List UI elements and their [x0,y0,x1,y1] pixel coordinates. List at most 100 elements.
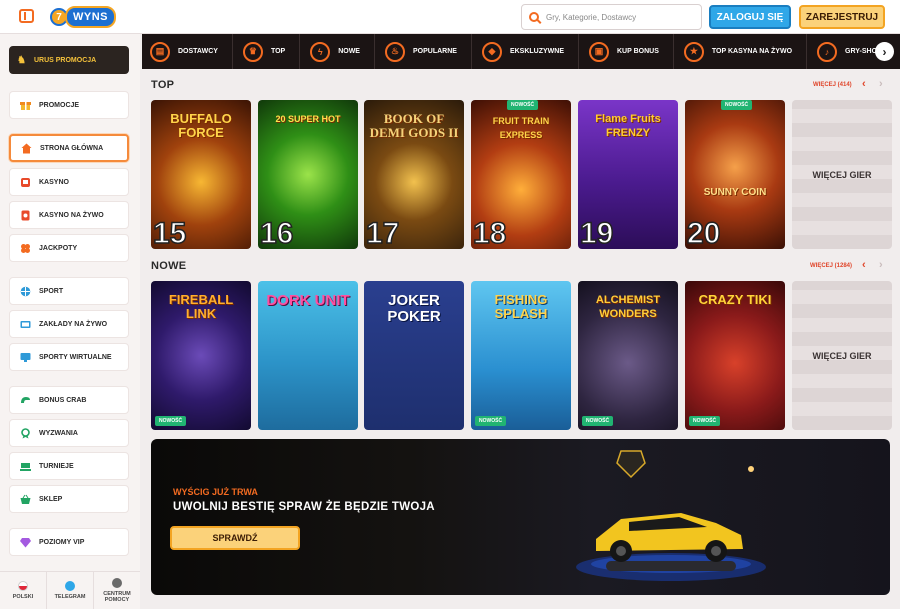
category-kup-bonus[interactable]: ▣ KUP BONUS [589,34,674,69]
category-bar: ▤ DOSTAWCY ♛ TOP ϟ NOWE ♨ POPULARNE ◆ EKSKLUZ… [142,34,900,69]
ball-icon [20,286,31,297]
sidebar-item-label: BONUS CRAB [39,396,87,404]
banner-car-illustration [576,450,766,581]
category-ekskluzywne[interactable]: ◆ EKSKLUZYWNE [481,34,579,69]
game-tile[interactable]: JOKER POKER [364,281,464,430]
new-next-arrow-icon[interactable]: › [879,259,883,271]
game-tile[interactable]: DORK UNIT [258,281,358,430]
sidebar-item-poziomy-vip[interactable]: POZIOMY VIP [9,528,129,556]
category-label: POPULARNE [412,48,457,55]
section-title-top: TOP [151,79,175,91]
sidebar-item-zaklady-na-zywo[interactable]: ZAKŁADY NA ŻYWO [9,310,129,338]
new-badge: NOWOŚĆ [155,416,187,426]
microphone-icon: ♪ [817,41,838,62]
banner-subtitle: WYŚCIG JUŻ TRWA [173,487,258,497]
game-tile[interactable]: BUFFALO FORCE 15 [151,100,251,249]
category-top-kasyna-na-zywo[interactable]: ★ TOP KASYNA NA ŻYWO [683,34,808,69]
top-more-link[interactable]: WIĘCEJ (414) [813,82,852,88]
sidebar-item-label: PROMOCJE [39,101,80,109]
category-label: DOSTAWCY [178,48,218,55]
sidebar-item-wyzwania[interactable]: WYZWANIA [9,419,129,447]
sidebar-item-label: KASYNO [39,178,69,186]
medal-icon [20,427,31,439]
crab-claw-icon [20,395,31,406]
game-tile[interactable]: Flame Fruits FRENZY 19 [578,100,678,249]
banner-check-button[interactable]: SPRAWDŹ [170,526,300,550]
game-tile[interactable]: CRAZY TIKI NOWOŚĆ [685,281,785,430]
sidebar-item-strona-glowna[interactable]: STRONA GŁÓWNA [9,134,129,162]
more-games-tile[interactable]: WIĘCEJ GIER [792,281,892,430]
sidebar-item-label: KASYNO NA ŻYWO [39,211,104,219]
game-rank: 19 [579,217,614,249]
game-tile[interactable]: ALCHEMIST WONDERS NOWOŚĆ [578,281,678,430]
slot-icon [20,177,31,188]
logo-text: WYNS [65,6,116,28]
sidebar-item-bonus-crab[interactable]: BONUS CRAB [9,386,129,414]
game-title: BOOK OF DEMI GODS II [369,111,459,140]
game-tile[interactable]: 20 SUPER HOT 16 [258,100,358,249]
game-tile[interactable]: NOWOŚĆ FRUIT TRAIN EXPRESS 18 [471,100,571,249]
game-rank: 15 [152,217,187,249]
category-nowe[interactable]: ϟ NOWE [310,34,375,69]
sidebar-item-label: JACKPOTY [39,244,78,252]
sidebar-item-label: SPORT [39,287,64,295]
sidebar-item-promocje[interactable]: PROMOCJE [9,91,129,119]
search-box[interactable] [521,4,702,30]
sidebar-item-kasyno-na-zywo[interactable]: KASYNO NA ŻYWO [9,201,129,229]
game-tile[interactable]: BOOK OF DEMI GODS II 17 [364,100,464,249]
help-center-link[interactable]: CENTRUM POMOCY [94,572,140,609]
category-next-arrow-icon[interactable]: › [875,42,894,61]
monitor-icon [20,352,31,363]
sidebar-item-label: WYZWANIA [39,429,78,437]
new-badge: NOWOŚĆ [689,416,721,426]
site-logo[interactable]: 7 WYNS [50,6,116,28]
category-label: TOP [270,48,286,55]
sidebar-item-kasyno[interactable]: KASYNO [9,168,129,196]
register-button[interactable]: ZAREJESTRUJ [799,5,885,29]
game-tile[interactable]: FIREBALL LINK NOWOŚĆ [151,281,251,430]
more-games-tile[interactable]: WIĘCEJ GIER [792,100,892,249]
category-top[interactable]: ♛ TOP [242,34,301,69]
new-more-link[interactable]: WIĘCEJ (1284) [810,263,852,269]
top-prev-arrow-icon[interactable]: ‹ [862,78,866,90]
game-tile[interactable]: NOWOŚĆ SUNNY COIN 20 [685,100,785,249]
new-badge: NOWOŚĆ [507,100,539,110]
login-button[interactable]: ZALOGUJ SIĘ [709,5,791,29]
game-title: JOKER POKER [387,292,441,325]
promo-banner[interactable]: WYŚCIG JUŻ TRWA UWOLNIJ BESTIĘ SPRAW ŻE … [151,439,890,595]
sidebar-item-label: TURNIEJE [39,462,74,470]
flame-icon: ♨ [384,41,405,62]
search-icon [529,12,539,22]
new-prev-arrow-icon[interactable]: ‹ [862,259,866,271]
tv-icon [20,319,31,330]
category-dostawcy[interactable]: ▤ DOSTAWCY [150,34,233,69]
sidebar-toggle-icon[interactable] [19,9,34,23]
sidebar-item-sklep[interactable]: SKLEP [9,485,129,513]
sidebar-item-sport[interactable]: SPORT [9,277,129,305]
game-tile[interactable]: FISHING SPLASH NOWOŚĆ [471,281,571,430]
sidebar-item-sporty-wirtualne[interactable]: SPORTY WIRTUALNE [9,343,129,371]
new-badge: NOWOŚĆ [582,416,614,426]
sidebar-item-jackpoty[interactable]: JACKPOTY [9,234,129,262]
telegram-icon [65,581,75,591]
sidebar-promo-label: URUS PROMOCJA [33,56,97,64]
language-label: POLSKI [12,594,34,600]
star-icon: ★ [683,41,704,62]
game-title: FIREBALL LINK [168,292,234,321]
sidebar-promo-urus[interactable]: ♞ URUS PROMOCJA [9,46,129,74]
top-next-arrow-icon[interactable]: › [879,78,883,90]
category-label: EKSKLUZYWNE [509,48,564,55]
sidebar-footer: POLSKI TELEGRAM CENTRUM POMOCY [0,571,140,609]
game-title: 20 SUPER HOT [275,114,341,124]
sidebar-item-label: ZAKŁADY NA ŻYWO [39,320,108,328]
telegram-label: TELEGRAM [54,594,86,600]
category-label: KUP BONUS [617,48,659,55]
diamond-icon [20,537,31,548]
language-selector[interactable]: POLSKI [0,572,47,609]
sidebar-item-label: SPORTY WIRTUALNE [39,353,112,361]
telegram-link[interactable]: TELEGRAM [47,572,94,609]
category-popularne[interactable]: ♨ POPULARNE [384,34,472,69]
search-input[interactable] [546,12,696,22]
sidebar-item-turnieje[interactable]: TURNIEJE [9,452,129,480]
crown-icon: ♛ [242,41,263,62]
